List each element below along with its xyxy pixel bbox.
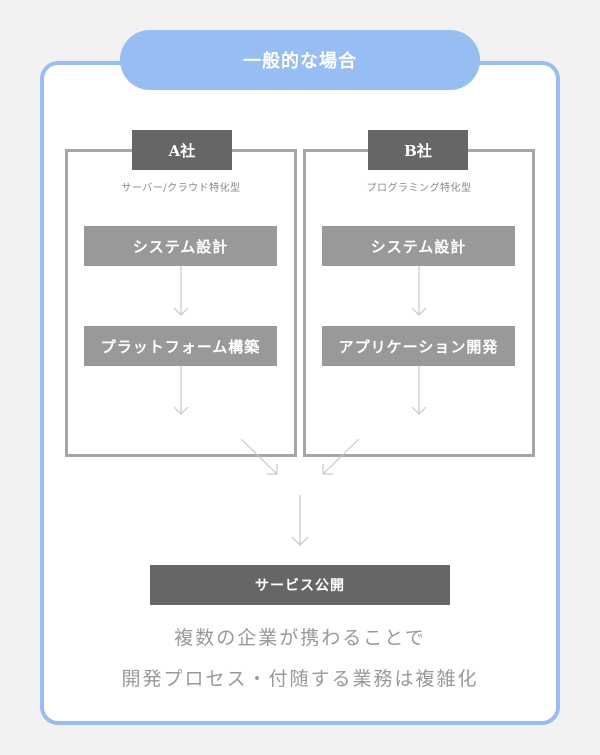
- company-a-type: サーバー/クラウド特化型: [121, 183, 241, 194]
- note-line-1: 複数の企業が携わることで: [174, 627, 426, 649]
- service-release-box: サービス公開: [150, 565, 450, 605]
- diagram-title: 一般的な場合: [120, 30, 480, 90]
- company-a-step-2: プラットフォーム構築: [84, 326, 277, 366]
- company-b-box: [303, 149, 535, 457]
- company-b-step-2: アプリケーション開発: [322, 326, 515, 366]
- note-line-2: 開発プロセス・付随する業務は複雑化: [121, 668, 479, 690]
- company-a-step-1: システム設計: [84, 226, 277, 266]
- company-b-label: B社: [368, 130, 468, 170]
- company-a-label: A社: [132, 130, 232, 170]
- company-a-box: [65, 149, 297, 457]
- company-b-step-1: システム設計: [322, 226, 515, 266]
- company-b-type: プログラミング特化型: [366, 183, 472, 194]
